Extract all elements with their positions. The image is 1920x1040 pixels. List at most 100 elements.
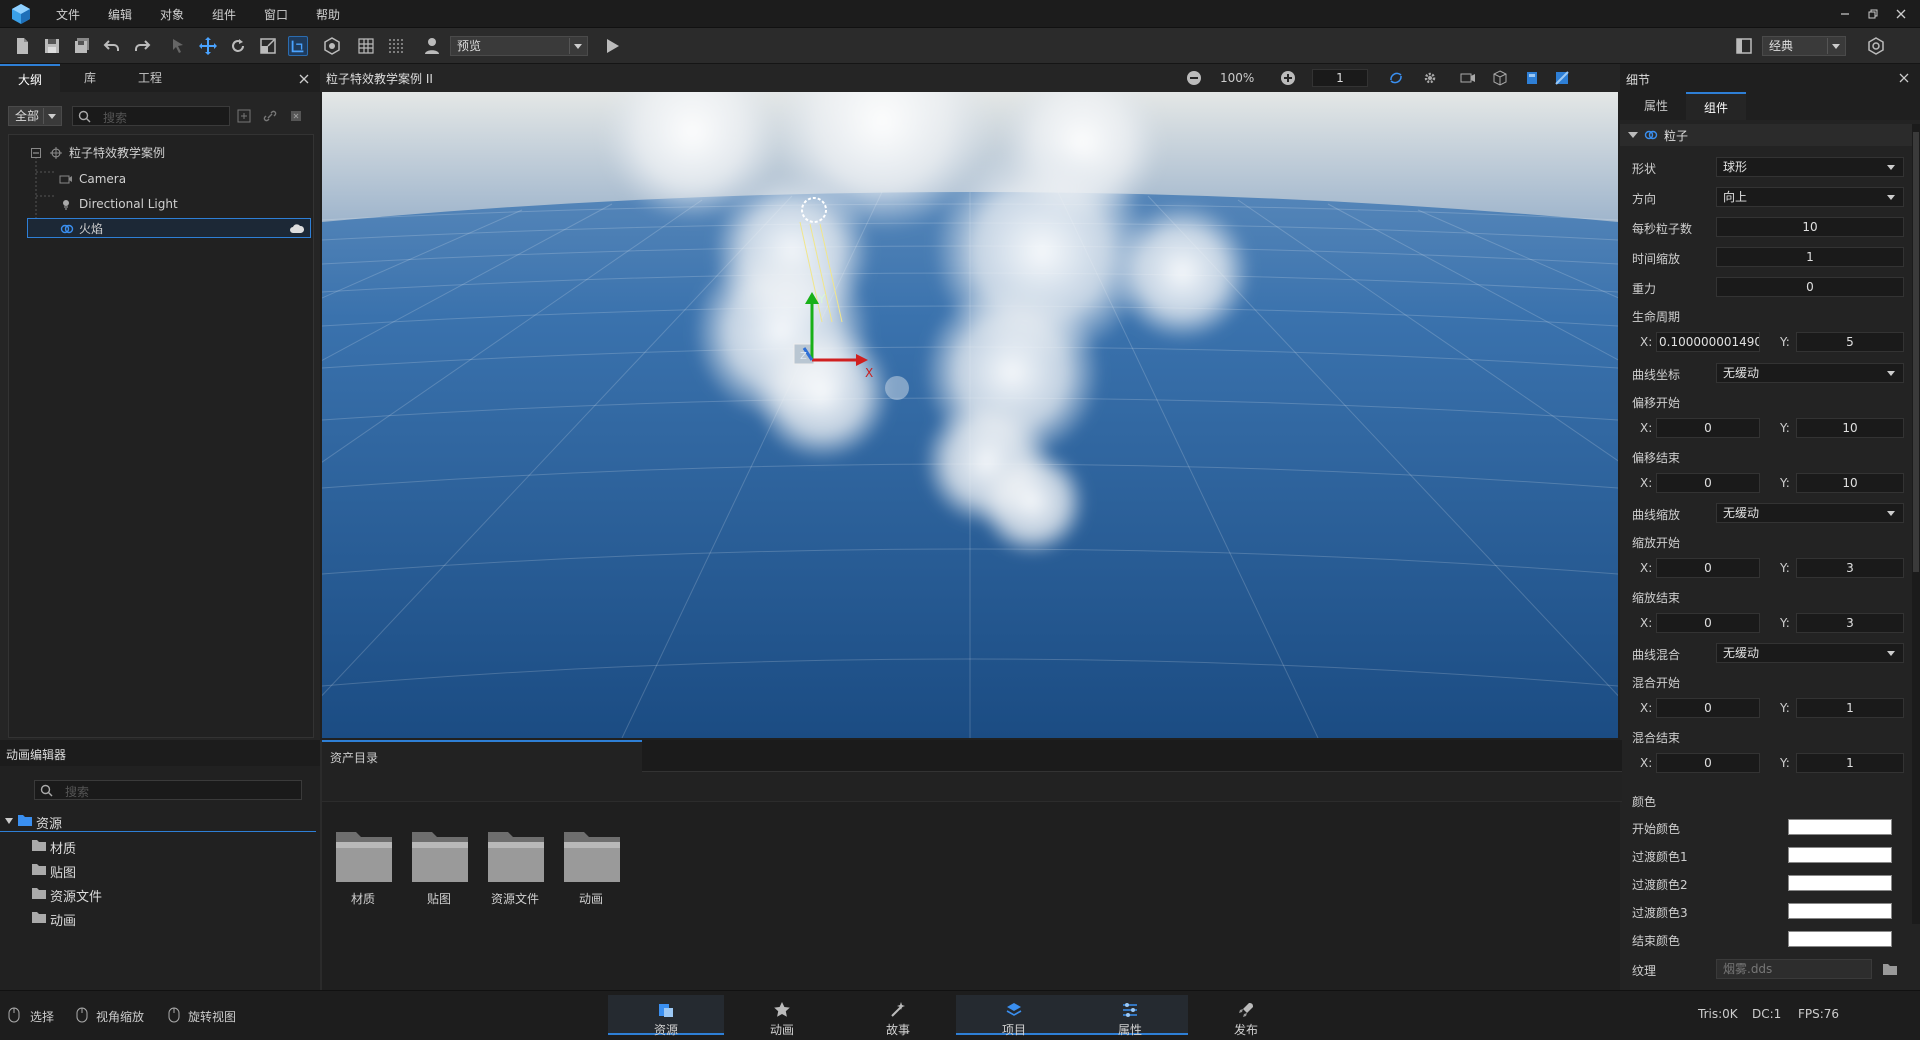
shape-dropdown[interactable]: 球形 — [1716, 157, 1904, 177]
tool-rotate-view[interactable]: 旋转视图 — [168, 1005, 258, 1025]
play-icon[interactable] — [602, 36, 622, 56]
offset-end-x-field[interactable]: 0 — [1656, 473, 1760, 493]
close-window-icon[interactable] — [1894, 7, 1908, 21]
camera-view-icon[interactable] — [1460, 71, 1476, 85]
details-scrollbar[interactable] — [1912, 124, 1920, 924]
tab-components[interactable]: 组件 — [1686, 92, 1746, 120]
zoom-out-icon[interactable] — [1186, 70, 1202, 86]
scale-start-x-field[interactable]: 0 — [1656, 558, 1760, 578]
curve-pos-dropdown[interactable]: 无缓动 — [1716, 363, 1904, 383]
tab-properties[interactable]: 属性 — [1626, 92, 1686, 120]
tool-view-zoom[interactable]: 视角缩放 — [76, 1005, 166, 1025]
folder-textures[interactable]: 贴图 — [408, 828, 470, 907]
scale-start-y-field[interactable]: 3 — [1796, 558, 1904, 578]
offset-end-y-field[interactable]: 10 — [1796, 473, 1904, 493]
restore-icon[interactable] — [1866, 7, 1880, 21]
menu-window[interactable]: 窗口 — [264, 6, 288, 23]
blend-end-x-field[interactable]: 0 — [1656, 753, 1760, 773]
menu-help[interactable]: 帮助 — [316, 6, 340, 23]
folder-materials[interactable]: 材质 — [332, 828, 394, 907]
orbit-icon[interactable] — [1388, 70, 1404, 86]
curve-scale-dropdown[interactable]: 无缓动 — [1716, 503, 1904, 523]
tab-assets[interactable]: 资源 — [608, 995, 724, 1037]
blend-start-y-field[interactable]: 1 — [1796, 698, 1904, 718]
tab-publish[interactable]: 发布 — [1188, 995, 1304, 1037]
tab-story[interactable]: 故事 — [840, 995, 956, 1037]
new-file-icon[interactable] — [12, 36, 32, 56]
tab-project-bottom[interactable]: 项目 — [956, 995, 1072, 1037]
tree-row-assets-root[interactable]: 资源 — [0, 810, 316, 832]
save-icon[interactable] — [42, 36, 62, 56]
snap-tool-icon[interactable] — [288, 36, 308, 56]
save-all-icon[interactable] — [72, 36, 92, 56]
tool-select[interactable]: 选择 — [8, 1005, 78, 1025]
preview-mode-dropdown[interactable]: 预览 — [450, 36, 588, 56]
rotate-tool-icon[interactable] — [228, 36, 248, 56]
grid-dots-icon[interactable] — [386, 36, 406, 56]
single-view-icon[interactable] — [1524, 70, 1540, 86]
tree-row-camera[interactable]: Camera — [59, 169, 309, 189]
tree-row-scene[interactable]: 粒子特效教学案例 — [31, 143, 311, 163]
lifetime-y-field[interactable]: 5 — [1796, 332, 1904, 352]
settings-icon[interactable] — [1866, 36, 1886, 56]
menu-object[interactable]: 对象 — [160, 6, 184, 23]
tree-row-animations[interactable]: 动画 — [32, 908, 312, 929]
start-color-swatch[interactable] — [1788, 819, 1892, 835]
blend-end-y-field[interactable]: 1 — [1796, 753, 1904, 773]
scale-tool-icon[interactable] — [258, 36, 278, 56]
collapse-arrow-icon[interactable] — [1628, 132, 1638, 138]
undo-icon[interactable] — [102, 36, 122, 56]
scrollbar-thumb[interactable] — [1913, 132, 1919, 572]
frame-input[interactable]: 1 — [1312, 69, 1368, 87]
tree-row-light[interactable]: Directional Light — [59, 194, 309, 214]
tab-animation[interactable]: 动画 — [724, 995, 840, 1037]
tab-outline[interactable]: 大纲 — [0, 64, 60, 92]
link-icon[interactable] — [262, 108, 278, 124]
tree-row-resource-files[interactable]: 资源文件 — [32, 884, 312, 905]
tab-library[interactable]: 库 — [60, 64, 120, 92]
add-node-icon[interactable] — [236, 108, 252, 124]
gear-icon[interactable] — [1422, 70, 1438, 86]
offset-start-x-field[interactable]: 0 — [1656, 418, 1760, 438]
minimize-icon[interactable] — [1838, 7, 1852, 21]
delete-node-icon[interactable] — [288, 108, 304, 124]
offset-start-y-field[interactable]: 10 — [1796, 418, 1904, 438]
tree-row-textures[interactable]: 贴图 — [32, 860, 312, 881]
trans1-color-swatch[interactable] — [1788, 847, 1892, 863]
trans2-color-swatch[interactable] — [1788, 875, 1892, 891]
tab-asset-directory[interactable]: 资产目录 — [322, 740, 642, 772]
timescale-field[interactable]: 1 — [1716, 247, 1904, 267]
move-tool-icon[interactable] — [198, 36, 218, 56]
scene-canvas[interactable]: Y X Z — [322, 92, 1618, 738]
close-icon[interactable] — [1898, 72, 1910, 84]
cube-icon[interactable] — [1492, 70, 1508, 86]
texture-field[interactable]: 烟雾.dds — [1716, 959, 1872, 979]
outline-search-input[interactable]: 搜索 — [72, 106, 230, 126]
close-icon[interactable] — [298, 73, 310, 85]
collapse-icon[interactable] — [31, 148, 41, 158]
chevron-down-icon[interactable] — [5, 818, 13, 824]
folder-browse-icon[interactable] — [1882, 962, 1898, 976]
tree-row-materials[interactable]: 材质 — [32, 836, 312, 857]
menu-edit[interactable]: 编辑 — [108, 6, 132, 23]
world-space-icon[interactable] — [322, 36, 342, 56]
redo-icon[interactable] — [132, 36, 152, 56]
trans3-color-swatch[interactable] — [1788, 903, 1892, 919]
menu-file[interactable]: 文件 — [56, 6, 80, 23]
end-color-swatch[interactable] — [1788, 931, 1892, 947]
menu-component[interactable]: 组件 — [212, 6, 236, 23]
particle-section-header[interactable]: 粒子 — [1620, 124, 1912, 146]
outline-filter-dropdown[interactable]: 全部 — [8, 106, 62, 126]
lifetime-x-field[interactable]: 0.100000001490116 — [1656, 332, 1760, 352]
select-tool-icon[interactable] — [168, 36, 188, 56]
gravity-field[interactable]: 0 — [1716, 277, 1904, 297]
anim-search-input[interactable]: 搜索 — [34, 780, 302, 800]
blend-start-x-field[interactable]: 0 — [1656, 698, 1760, 718]
scale-end-x-field[interactable]: 0 — [1656, 613, 1760, 633]
grid-icon[interactable] — [356, 36, 376, 56]
direction-dropdown[interactable]: 向上 — [1716, 187, 1904, 207]
curve-blend-dropdown[interactable]: 无缓动 — [1716, 643, 1904, 663]
cloud-icon[interactable] — [290, 223, 304, 235]
avatar-preview-icon[interactable] — [422, 36, 442, 56]
tree-row-flame[interactable]: 火焰 — [27, 218, 311, 238]
